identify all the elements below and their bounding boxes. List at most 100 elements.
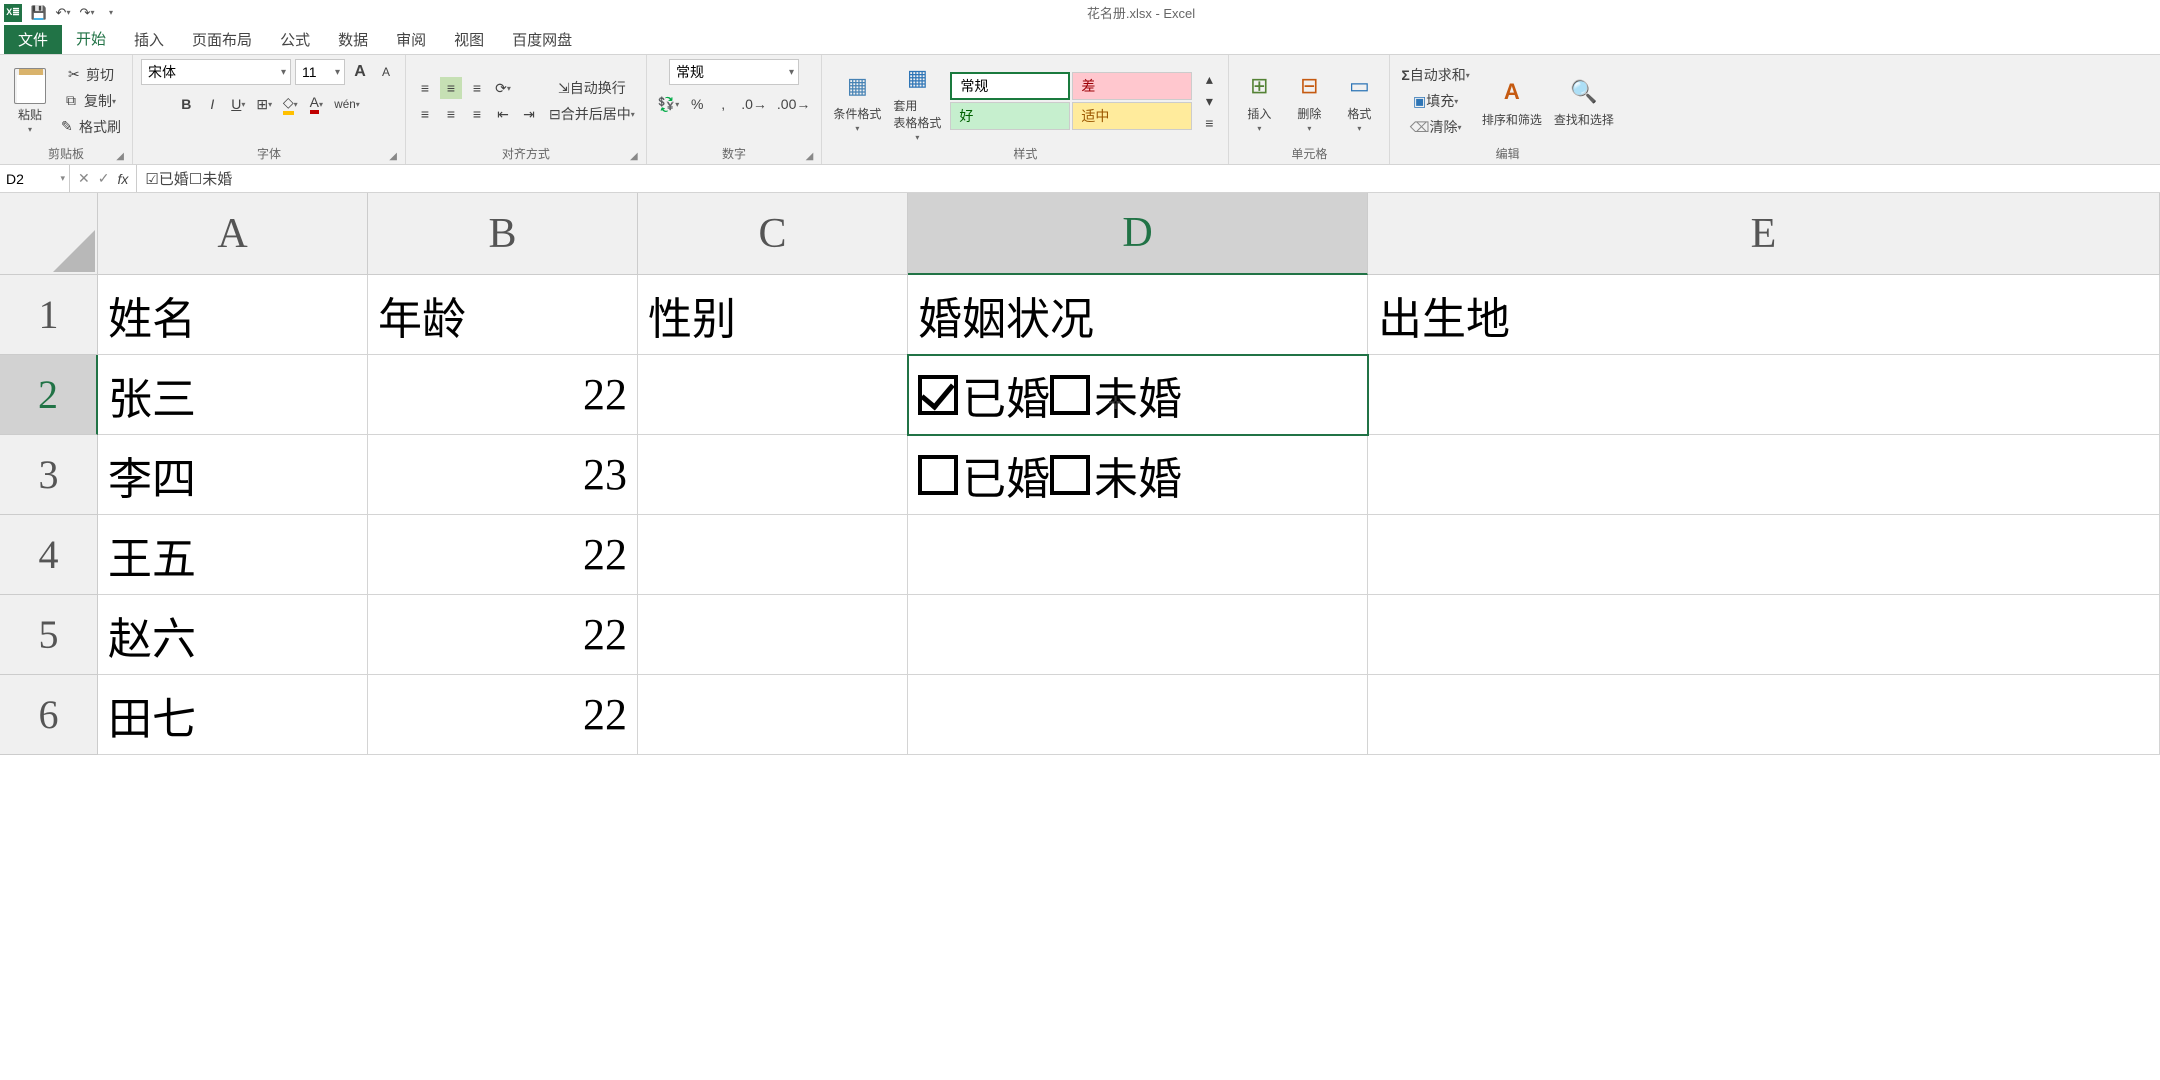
align-middle-button[interactable]: ≡ [440, 77, 462, 99]
style-bad[interactable]: 差 [1072, 72, 1192, 100]
tab-home[interactable]: 开始 [62, 25, 120, 54]
tab-layout[interactable]: 页面布局 [178, 25, 266, 54]
cell-B5[interactable]: 22 [368, 595, 638, 675]
name-box[interactable]: D2 [0, 165, 70, 192]
col-head-B[interactable]: B [368, 193, 638, 275]
cell-D4[interactable] [908, 515, 1368, 595]
clipboard-dialog-icon[interactable]: ◢ [116, 151, 124, 162]
formula-input[interactable]: ☑已婚☐未婚 [137, 165, 2160, 192]
decrease-font-button[interactable]: A [375, 61, 397, 83]
copy-button[interactable]: 复制▾ [58, 90, 124, 112]
cell-E4[interactable] [1368, 515, 2160, 595]
undo-icon[interactable]: ↶▾ [52, 2, 74, 24]
conditional-format-button[interactable]: 条件格式▾ [830, 68, 884, 134]
decrease-decimal-button[interactable]: .00→ [774, 93, 813, 115]
fx-icon[interactable]: fx [117, 171, 128, 187]
col-head-C[interactable]: C [638, 193, 908, 275]
find-select-button[interactable]: 查找和选择 [1551, 74, 1617, 129]
tab-formulas[interactable]: 公式 [266, 25, 324, 54]
orientation-button[interactable]: ⟳▾ [492, 77, 514, 99]
cell-E5[interactable] [1368, 595, 2160, 675]
row-head-2[interactable]: 2 [0, 355, 98, 435]
increase-indent-button[interactable]: ⇥ [518, 103, 540, 125]
cut-button[interactable]: 剪切 [58, 64, 124, 86]
cell-A2[interactable]: 张三 [98, 355, 368, 435]
cell-D3[interactable]: 已婚 未婚 [908, 435, 1368, 515]
phonetic-button[interactable]: wén▾ [331, 93, 362, 115]
redo-icon[interactable]: ↷▾ [76, 2, 98, 24]
row-head-3[interactable]: 3 [0, 435, 98, 515]
cell-D1[interactable]: 婚姻状况 [908, 275, 1368, 355]
clear-button[interactable]: 清除▾ [1398, 116, 1472, 138]
cell-B1[interactable]: 年龄 [368, 275, 638, 355]
align-center-button[interactable]: ≡ [440, 103, 462, 125]
align-top-button[interactable]: ≡ [414, 77, 436, 99]
tab-review[interactable]: 审阅 [382, 25, 440, 54]
font-size-combo[interactable]: 11 [295, 59, 345, 85]
format-painter-button[interactable]: 格式刷 [58, 116, 124, 138]
underline-button[interactable]: U▾ [227, 93, 249, 115]
number-dialog-icon[interactable]: ◢ [806, 151, 814, 162]
save-icon[interactable]: 💾 [28, 2, 50, 24]
cell-C1[interactable]: 性别 [638, 275, 908, 355]
format-cells-button[interactable]: 格式▾ [1337, 68, 1381, 134]
font-name-combo[interactable]: 宋体 [141, 59, 291, 85]
styles-scroll-down[interactable]: ▾ [1198, 90, 1220, 112]
cell-E2[interactable] [1368, 355, 2160, 435]
cell-B2[interactable]: 22 [368, 355, 638, 435]
cancel-formula-icon[interactable]: ✕ [78, 170, 90, 187]
align-right-button[interactable]: ≡ [466, 103, 488, 125]
style-normal[interactable]: 常规 [950, 72, 1070, 100]
bold-button[interactable]: B [175, 93, 197, 115]
insert-cells-button[interactable]: 插入▾ [1237, 68, 1281, 134]
styles-scroll-up[interactable]: ▴ [1198, 68, 1220, 90]
cell-C4[interactable] [638, 515, 908, 595]
cell-E6[interactable] [1368, 675, 2160, 755]
col-head-E[interactable]: E [1368, 193, 2160, 275]
cell-A3[interactable]: 李四 [98, 435, 368, 515]
row-head-6[interactable]: 6 [0, 675, 98, 755]
select-all-corner[interactable] [0, 193, 98, 275]
comma-button[interactable]: , [712, 93, 734, 115]
cell-B6[interactable]: 22 [368, 675, 638, 755]
cell-A5[interactable]: 赵六 [98, 595, 368, 675]
delete-cells-button[interactable]: 删除▾ [1287, 68, 1331, 134]
cell-A6[interactable]: 田七 [98, 675, 368, 755]
number-format-combo[interactable]: 常规 [669, 59, 799, 85]
cell-E1[interactable]: 出生地 [1368, 275, 2160, 355]
cell-B3[interactable]: 23 [368, 435, 638, 515]
cell-D5[interactable] [908, 595, 1368, 675]
tab-insert[interactable]: 插入 [120, 25, 178, 54]
cell-C2[interactable] [638, 355, 908, 435]
wrap-text-button[interactable]: ⇲ 自动换行 [546, 77, 638, 99]
accounting-button[interactable]: 💱▾ [655, 93, 682, 115]
alignment-dialog-icon[interactable]: ◢ [630, 151, 638, 162]
decrease-indent-button[interactable]: ⇤ [492, 103, 514, 125]
cell-B4[interactable]: 22 [368, 515, 638, 595]
row-head-5[interactable]: 5 [0, 595, 98, 675]
tab-data[interactable]: 数据 [324, 25, 382, 54]
fill-button[interactable]: 填充▾ [1398, 90, 1472, 112]
paste-button[interactable]: 粘贴▾ [8, 67, 52, 135]
cell-D6[interactable] [908, 675, 1368, 755]
tab-file[interactable]: 文件 [4, 25, 62, 54]
align-bottom-button[interactable]: ≡ [466, 77, 488, 99]
table-format-button[interactable]: 套用 表格格式▾ [890, 60, 944, 143]
tab-view[interactable]: 视图 [440, 25, 498, 54]
col-head-A[interactable]: A [98, 193, 368, 275]
autosum-button[interactable]: 自动求和▾ [1398, 64, 1472, 86]
cell-A4[interactable]: 王五 [98, 515, 368, 595]
style-neutral[interactable]: 适中 [1072, 102, 1192, 130]
enter-formula-icon[interactable]: ✓ [98, 170, 110, 187]
row-head-4[interactable]: 4 [0, 515, 98, 595]
merge-center-button[interactable]: ⊟ 合并后居中▾ [546, 103, 638, 125]
qat-customize-icon[interactable]: ▾ [100, 2, 122, 24]
cell-C6[interactable] [638, 675, 908, 755]
fill-color-button[interactable]: ◇▾ [279, 93, 301, 115]
font-color-button[interactable]: A▾ [305, 93, 327, 115]
border-button[interactable]: ⊞▾ [253, 93, 275, 115]
row-head-1[interactable]: 1 [0, 275, 98, 355]
cell-E3[interactable] [1368, 435, 2160, 515]
col-head-D[interactable]: D [908, 193, 1368, 275]
increase-font-button[interactable]: A [349, 61, 371, 83]
